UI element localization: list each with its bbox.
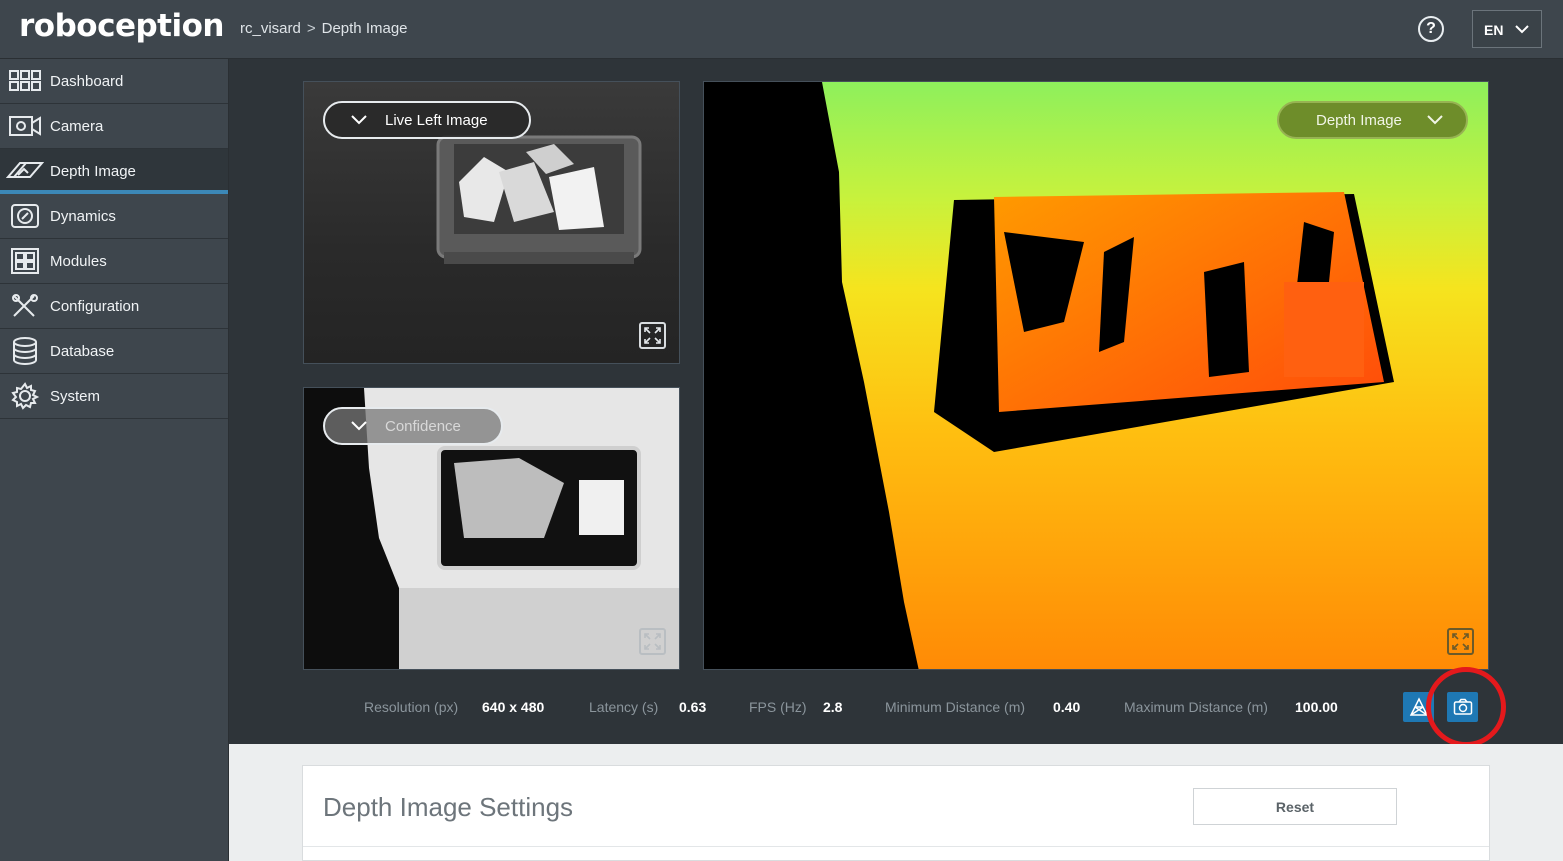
language-select[interactable]: EN — [1472, 10, 1542, 48]
depth-image-select[interactable]: Depth Image — [1277, 101, 1468, 139]
chevron-down-icon — [1427, 115, 1443, 125]
chevron-down-icon — [351, 115, 367, 125]
live-image-select[interactable]: Live Left Image — [323, 101, 531, 139]
card-divider — [303, 846, 1489, 847]
live-image-select-label: Live Left Image — [385, 111, 488, 129]
latency-value: 0.63 — [679, 699, 707, 715]
dynamics-icon — [0, 194, 50, 239]
expand-depth-icon[interactable] — [1447, 628, 1474, 655]
depth-image — [703, 81, 1489, 670]
language-value: EN — [1484, 22, 1504, 38]
depth-image-content — [704, 82, 1488, 669]
sidebar-item-label: Database — [50, 342, 115, 360]
sidebar-item-label: System — [50, 387, 101, 405]
min-distance-value: 0.40 — [1053, 699, 1081, 715]
sidebar-item-label: Configuration — [50, 297, 140, 315]
database-icon — [0, 329, 50, 374]
modules-icon — [0, 239, 50, 284]
depth-image-select-label: Depth Image — [1316, 111, 1402, 129]
fps-label: FPS (Hz) — [749, 699, 807, 715]
expand-live-icon[interactable] — [639, 322, 666, 349]
resolution-label: Resolution (px) — [364, 699, 459, 715]
min-distance-label: Minimum Distance (m) — [885, 699, 1026, 715]
sidebar-item-depth-image[interactable]: Depth Image — [0, 149, 228, 194]
sidebar-item-system[interactable]: System — [0, 374, 228, 419]
sidebar-item-label: Dynamics — [50, 207, 116, 225]
system-icon — [0, 374, 50, 419]
chevron-down-icon — [1515, 25, 1529, 34]
sidebar-item-configuration[interactable]: Configuration — [0, 284, 228, 329]
confidence-select-label: Confidence — [385, 417, 461, 435]
confidence-select[interactable]: Confidence — [323, 407, 503, 445]
breadcrumb-device[interactable]: rc_visard — [240, 20, 301, 37]
max-distance-label: Maximum Distance (m) — [1124, 699, 1268, 715]
sidebar-item-label: Depth Image — [50, 162, 136, 180]
logo[interactable]: roboception — [19, 8, 224, 44]
depth-image-icon — [0, 149, 50, 194]
sidebar-item-camera[interactable]: Camera — [0, 104, 228, 149]
configuration-icon — [0, 284, 50, 329]
settings-title: Depth Image Settings — [323, 792, 574, 822]
chevron-down-icon — [351, 421, 367, 431]
sidebar: Dashboard Camera Depth Image Dynamics Mo… — [0, 59, 229, 861]
sidebar-item-dynamics[interactable]: Dynamics — [0, 194, 228, 239]
highlight-circle — [1426, 667, 1506, 747]
breadcrumb-current: Depth Image — [321, 20, 408, 37]
latency-label: Latency (s) — [589, 699, 659, 715]
camera-icon — [0, 104, 50, 149]
top-header: roboception rc_visard > Depth Image ? EN — [0, 0, 1563, 59]
sidebar-item-modules[interactable]: Modules — [0, 239, 228, 284]
breadcrumb-separator: > — [306, 20, 316, 37]
fps-value: 2.8 — [823, 699, 843, 715]
expand-confidence-icon[interactable] — [639, 628, 666, 655]
sidebar-item-label: Modules — [50, 252, 107, 270]
max-distance-value: 100.00 — [1295, 699, 1338, 715]
sidebar-item-database[interactable]: Database — [0, 329, 228, 374]
sidebar-item-dashboard[interactable]: Dashboard — [0, 59, 228, 104]
dashboard-icon — [0, 59, 50, 104]
help-icon[interactable]: ? — [1418, 16, 1444, 42]
sidebar-item-label: Dashboard — [50, 72, 124, 90]
resolution-value: 640 x 480 — [482, 699, 545, 715]
sidebar-item-label: Camera — [50, 117, 104, 135]
reset-button[interactable]: Reset — [1193, 788, 1397, 825]
breadcrumb: rc_visard > Depth Image — [240, 20, 408, 37]
